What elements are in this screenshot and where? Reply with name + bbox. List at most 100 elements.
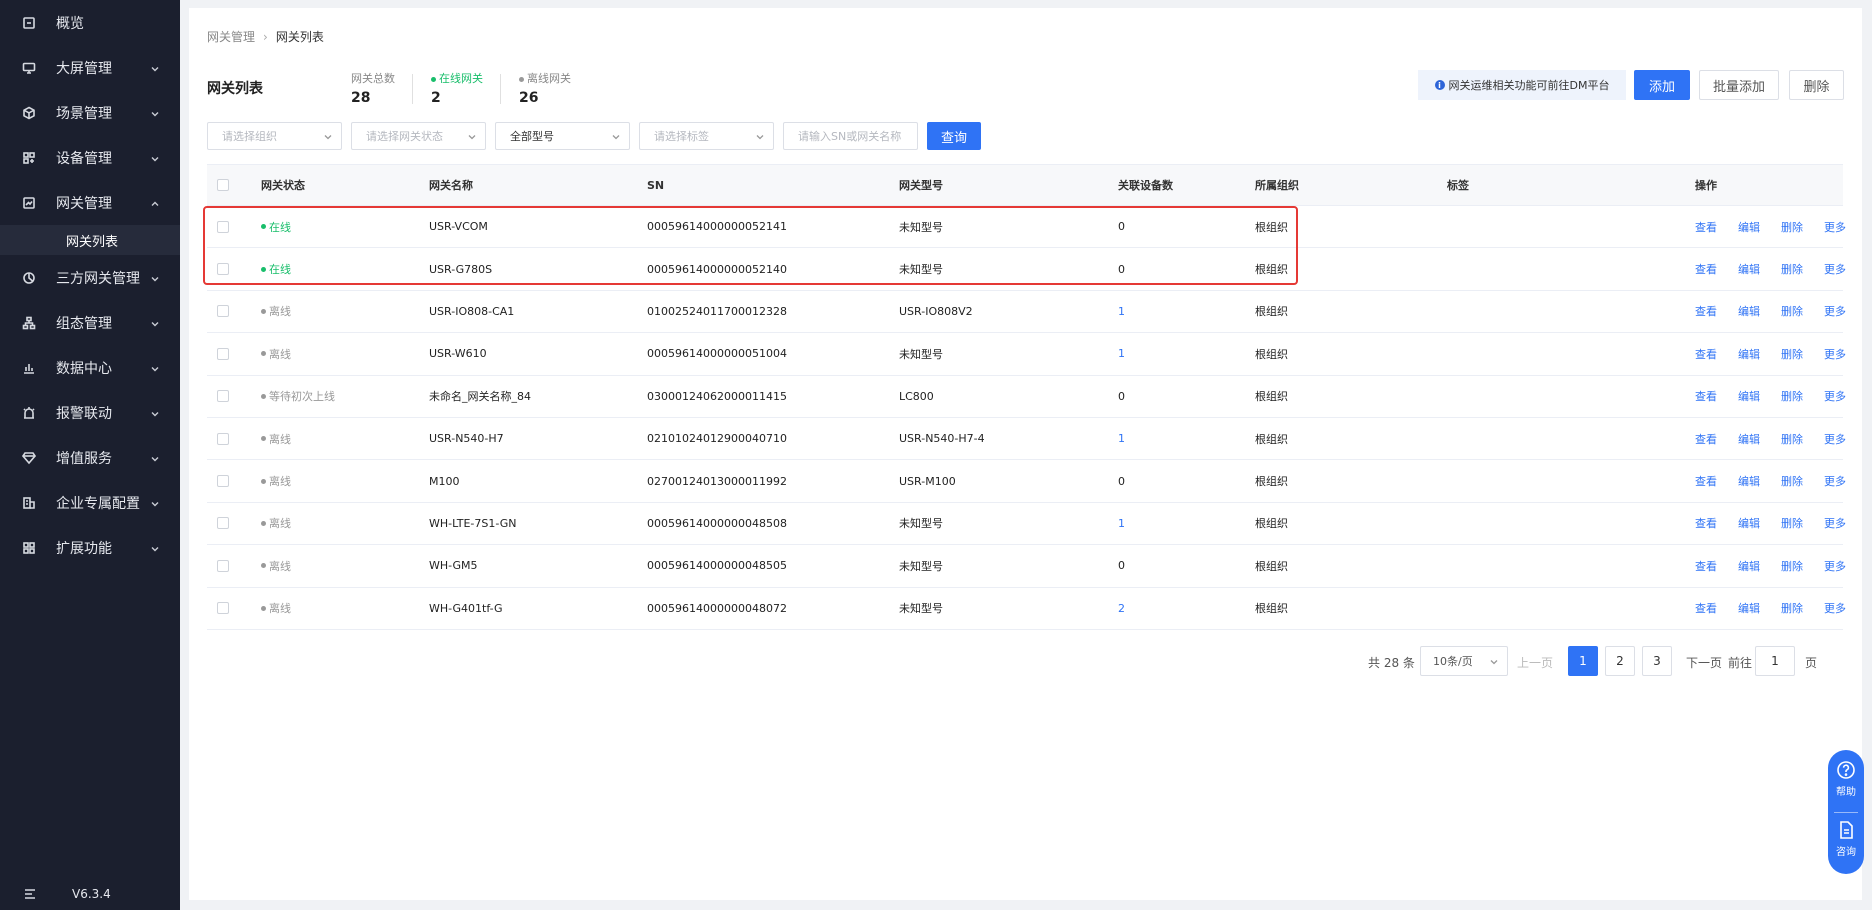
sidebar-item[interactable]: 增值服务: [0, 435, 180, 480]
breadcrumb-parent[interactable]: 网关管理: [207, 28, 255, 45]
edit-link[interactable]: 编辑: [1738, 545, 1760, 586]
view-link[interactable]: 查看: [1695, 248, 1717, 289]
status-select[interactable]: 请选择网关状态: [351, 122, 486, 150]
page-number-button[interactable]: 1: [1568, 646, 1598, 676]
edit-link[interactable]: 编辑: [1738, 460, 1760, 501]
table-row[interactable]: 离线 WH-GM5 00059614000000048505 未知型号 0 根组织 查看 编辑…: [207, 545, 1846, 588]
row-checkbox[interactable]: [217, 475, 229, 488]
table-row[interactable]: 在线 USR-G780S 00059614000000052140 未知型号 0 根组织 查…: [207, 248, 1846, 291]
goto-page-input[interactable]: [1755, 646, 1795, 676]
edit-link[interactable]: 编辑: [1738, 588, 1760, 629]
sidebar-item[interactable]: 报警联动: [0, 390, 180, 435]
more-link[interactable]: 更多: [1824, 248, 1846, 289]
view-link[interactable]: 查看: [1695, 588, 1717, 629]
view-link[interactable]: 查看: [1695, 418, 1717, 459]
more-link[interactable]: 更多: [1824, 418, 1846, 459]
row-checkbox[interactable]: [217, 220, 229, 233]
more-link[interactable]: 更多: [1824, 460, 1846, 501]
sidebar-item[interactable]: 大屏管理: [0, 45, 180, 90]
delete-link[interactable]: 删除: [1781, 503, 1803, 544]
table-row[interactable]: 等待初次上线 未命名_网关名称_84 03000124062000011415 LC8…: [207, 376, 1846, 418]
table-row[interactable]: 离线 USR-N540-H7 02101024012900040710 USR-N54…: [207, 418, 1846, 461]
page-number-button[interactable]: 3: [1642, 646, 1672, 676]
devices-cell[interactable]: 2: [1118, 588, 1125, 629]
sidebar-item[interactable]: 网关管理: [0, 180, 180, 225]
sidebar-item[interactable]: 扩展功能: [0, 525, 180, 570]
row-checkbox[interactable]: [217, 305, 229, 318]
view-link[interactable]: 查看: [1695, 206, 1717, 247]
row-checkbox[interactable]: [217, 390, 229, 403]
delete-button[interactable]: 删除: [1789, 70, 1844, 100]
sidebar-item[interactable]: 三方网关管理: [0, 255, 180, 300]
devices-cell[interactable]: 1: [1118, 291, 1125, 332]
delete-link[interactable]: 删除: [1781, 545, 1803, 586]
row-checkbox[interactable]: [217, 559, 229, 572]
more-link[interactable]: 更多: [1824, 376, 1846, 417]
model-select[interactable]: 全部型号: [495, 122, 630, 150]
search-button[interactable]: 查询: [927, 122, 981, 150]
sidebar-item[interactable]: 数据中心: [0, 345, 180, 390]
devices-cell[interactable]: 1: [1118, 333, 1125, 374]
delete-link[interactable]: 删除: [1781, 206, 1803, 247]
org-select[interactable]: 请选择组织: [207, 122, 342, 150]
collapse-menu-icon[interactable]: [24, 888, 36, 900]
more-link[interactable]: 更多: [1824, 503, 1846, 544]
view-link[interactable]: 查看: [1695, 376, 1717, 417]
table-row[interactable]: 离线 WH-LTE-7S1-GN 00059614000000048508 未知型号 1…: [207, 503, 1846, 546]
select-all-checkbox[interactable]: [217, 179, 229, 191]
view-link[interactable]: 查看: [1695, 333, 1717, 374]
edit-link[interactable]: 编辑: [1738, 291, 1760, 332]
row-checkbox[interactable]: [217, 432, 229, 445]
consult-button[interactable]: 咨询: [1828, 820, 1864, 858]
devices-cell[interactable]: 1: [1118, 418, 1125, 459]
edit-link[interactable]: 编辑: [1738, 206, 1760, 247]
delete-link[interactable]: 删除: [1781, 291, 1803, 332]
view-link[interactable]: 查看: [1695, 503, 1717, 544]
sidebar-subitem-gateway-list[interactable]: 网关列表: [0, 225, 180, 255]
delete-link[interactable]: 删除: [1781, 460, 1803, 501]
dm-platform-notice[interactable]: i 网关运维相关功能可前往DM平台: [1418, 70, 1626, 100]
delete-link[interactable]: 删除: [1781, 248, 1803, 289]
delete-link[interactable]: 删除: [1781, 333, 1803, 374]
edit-link[interactable]: 编辑: [1738, 503, 1760, 544]
row-checkbox[interactable]: [217, 517, 229, 530]
table-row[interactable]: 离线 USR-W610 00059614000000051004 未知型号 1 根组织 查看…: [207, 333, 1846, 376]
table-row[interactable]: 离线 M100 02700124013000011992 USR-M100 0 根组织 查看…: [207, 460, 1846, 503]
prev-page-button[interactable]: 上一页: [1517, 654, 1553, 671]
sidebar-item[interactable]: 组态管理: [0, 300, 180, 345]
more-link[interactable]: 更多: [1824, 206, 1846, 247]
more-link[interactable]: 更多: [1824, 545, 1846, 586]
edit-link[interactable]: 编辑: [1738, 248, 1760, 289]
sn-search-input[interactable]: 请输入SN或网关名称: [783, 122, 918, 150]
row-checkbox[interactable]: [217, 263, 229, 276]
view-link[interactable]: 查看: [1695, 545, 1717, 586]
sidebar-item[interactable]: 概览: [0, 0, 180, 45]
next-page-button[interactable]: 下一页: [1686, 654, 1722, 671]
view-link[interactable]: 查看: [1695, 460, 1717, 501]
delete-link[interactable]: 删除: [1781, 418, 1803, 459]
row-checkbox[interactable]: [217, 347, 229, 360]
edit-link[interactable]: 编辑: [1738, 418, 1760, 459]
more-link[interactable]: 更多: [1824, 588, 1846, 629]
edit-link[interactable]: 编辑: [1738, 333, 1760, 374]
table-row[interactable]: 离线 USR-IO808-CA1 01002524011700012328 USR-I…: [207, 291, 1846, 334]
tag-select[interactable]: 请选择标签: [639, 122, 774, 150]
more-link[interactable]: 更多: [1824, 291, 1846, 332]
table-row[interactable]: 离线 WH-G401tf-G 00059614000000048072 未知型号 2 根组…: [207, 588, 1846, 630]
view-link[interactable]: 查看: [1695, 291, 1717, 332]
edit-link[interactable]: 编辑: [1738, 376, 1760, 417]
sidebar-item[interactable]: 场景管理: [0, 90, 180, 135]
add-button[interactable]: 添加: [1634, 70, 1690, 100]
help-button[interactable]: 帮助: [1828, 760, 1864, 798]
page-number-button[interactable]: 2: [1605, 646, 1635, 676]
sidebar-item[interactable]: 设备管理: [0, 135, 180, 180]
delete-link[interactable]: 删除: [1781, 376, 1803, 417]
sidebar-item[interactable]: 企业专属配置: [0, 480, 180, 525]
row-checkbox[interactable]: [217, 602, 229, 615]
delete-link[interactable]: 删除: [1781, 588, 1803, 629]
more-link[interactable]: 更多: [1824, 333, 1846, 374]
table-row[interactable]: 在线 USR-VCOM 00059614000000052141 未知型号 0 根组织 查看…: [207, 206, 1846, 249]
page-size-select[interactable]: 10条/页: [1420, 646, 1508, 676]
devices-cell[interactable]: 1: [1118, 503, 1125, 544]
batch-add-button[interactable]: 批量添加: [1699, 70, 1779, 100]
